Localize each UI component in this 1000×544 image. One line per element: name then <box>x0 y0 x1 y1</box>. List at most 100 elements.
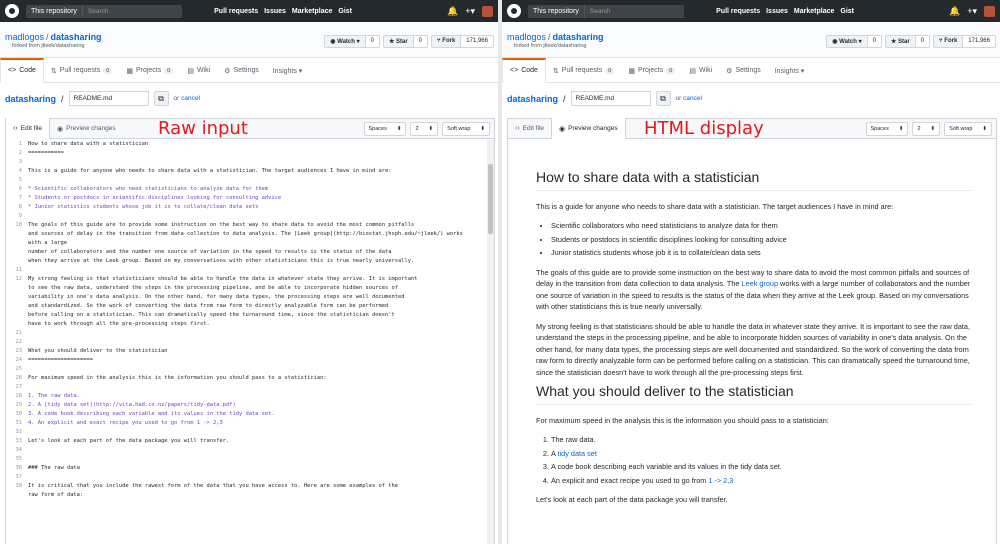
github-logo-icon[interactable] <box>5 4 19 18</box>
watch-button[interactable]: ◉ Watch ▾ 0 <box>324 35 380 48</box>
tab-preview-changes[interactable]: ◉ Preview changes <box>50 119 123 139</box>
repo-name-link[interactable]: datasharing <box>553 32 604 42</box>
tab-pull-requests[interactable]: ⇅ Pull requests 0 <box>546 58 621 83</box>
clipboard-icon[interactable]: ⧉ <box>153 91 169 106</box>
nav-issues[interactable]: Issues <box>766 8 788 15</box>
fork-button[interactable]: ⑂ Fork 171,966 <box>431 35 494 48</box>
repo-name-link[interactable]: datasharing <box>51 32 102 42</box>
markdown-preview: How to share data with a statistician Thi… <box>508 140 996 544</box>
header-nav: Pull requests Issues Marketplace Gist <box>214 8 352 15</box>
line-text: with a large <box>28 240 67 246</box>
nav-issues[interactable]: Issues <box>264 8 286 15</box>
tidy-data-link[interactable]: tidy data set <box>558 449 597 458</box>
plus-icon[interactable]: +▾ <box>967 6 977 17</box>
line-number <box>6 248 28 257</box>
line-number: 6 <box>18 186 22 192</box>
nav-pull-requests[interactable]: Pull requests <box>214 8 258 15</box>
code-icon: <> <box>510 67 519 74</box>
repo-owner-link[interactable]: madlogos <box>5 32 44 42</box>
nav-marketplace[interactable]: Marketplace <box>292 8 332 15</box>
tab-wiki[interactable]: ▤ Wiki <box>682 58 719 83</box>
clipboard-icon[interactable]: ⧉ <box>655 91 671 106</box>
nav-gist[interactable]: Gist <box>840 8 854 15</box>
tab-pull-requests[interactable]: ⇅ Pull requests 0 <box>44 58 119 83</box>
star-count[interactable]: 0 <box>412 36 428 47</box>
avatar[interactable] <box>482 5 493 17</box>
bell-icon[interactable]: 🔔 <box>949 6 960 17</box>
github-logo-icon[interactable] <box>507 4 521 18</box>
or-text: or <box>173 95 180 102</box>
tab-projects[interactable]: ▦ Projects 0 <box>621 58 682 83</box>
repo-owner-link[interactable]: madlogos <box>507 32 546 42</box>
line-number: 33 <box>15 438 23 444</box>
watch-button[interactable]: ◉ Watch ▾ 0 <box>826 35 882 48</box>
filename-input[interactable] <box>570 91 651 106</box>
indent-size-caret-icon: ⬍ <box>930 126 936 132</box>
tab-edit-file[interactable]: ‹› Edit file <box>508 119 551 139</box>
preview-feeling: My strong feeling is that statisticians … <box>536 321 970 377</box>
filename-input[interactable] <box>68 91 149 106</box>
breadcrumb-repo-link[interactable]: datasharing <box>5 94 56 104</box>
indent-size-select[interactable]: 2 ⬍ <box>410 122 439 136</box>
indent-mode-select[interactable]: Spaces ⬍ <box>865 122 909 136</box>
search-scope-label[interactable]: This repository <box>528 4 584 18</box>
wrap-mode-select[interactable]: Soft wrap ⬍ <box>442 122 490 136</box>
line-text: ### The raw data <box>28 465 80 471</box>
line-number <box>6 320 28 329</box>
watch-count[interactable]: 0 <box>364 36 379 47</box>
repo-header: madlogos / datasharing forked from jtleek/… <box>0 22 498 58</box>
nav-pull-requests[interactable]: Pull requests <box>716 8 760 15</box>
scrollbar-thumb[interactable] <box>488 164 493 234</box>
cancel-link[interactable]: cancel <box>181 95 200 102</box>
tab-code-label: Code <box>521 67 538 74</box>
tab-settings[interactable]: ⚙ Settings <box>719 58 768 83</box>
indent-mode-select[interactable]: Spaces ⬍ <box>363 122 407 136</box>
wrap-mode-select[interactable]: Soft wrap ⬍ <box>944 122 992 136</box>
edit-file-label: Edit file <box>20 125 42 132</box>
tab-projects[interactable]: ▦ Projects 0 <box>119 58 180 83</box>
recipe-text: An explicit and exact recipe you used to… <box>551 475 709 485</box>
line-number: 31 <box>15 420 23 426</box>
search-input[interactable]: Search <box>583 4 684 18</box>
search-scope-label[interactable]: This repository <box>26 4 82 18</box>
line-number: 5 <box>18 177 22 183</box>
breadcrumb-repo-link[interactable]: datasharing <box>507 94 558 104</box>
fork-button[interactable]: ⑂ Fork 171,966 <box>933 35 996 48</box>
tab-code[interactable]: <> Code <box>502 58 546 83</box>
star-button[interactable]: ★ Star 0 <box>884 35 931 48</box>
preview-heading: How to share data with a statistician <box>536 170 972 191</box>
forked-from[interactable]: forked from jtleek/datasharing <box>514 43 586 49</box>
fork-count[interactable]: 171,966 <box>460 36 493 47</box>
avatar[interactable] <box>984 5 995 17</box>
nav-marketplace[interactable]: Marketplace <box>794 8 834 15</box>
watch-count[interactable]: 0 <box>866 36 881 47</box>
cancel-link[interactable]: cancel <box>683 95 702 102</box>
star-button[interactable]: ★ Star 0 <box>382 35 429 48</box>
fork-count[interactable]: 171,966 <box>962 36 995 47</box>
line-text: Let's look at each part of the data pack… <box>28 438 230 444</box>
bell-icon[interactable]: 🔔 <box>447 6 458 17</box>
tab-edit-file[interactable]: ‹› Edit file <box>6 118 50 139</box>
plus-icon[interactable]: +▾ <box>465 6 475 17</box>
code-lines[interactable]: 1 How to share data with a statistician 2 =… <box>6 140 494 544</box>
tab-code[interactable]: <> Code <box>0 58 44 83</box>
line-number: 7 <box>18 195 22 201</box>
code-line: variability in one's data analysis. On t… <box>6 293 494 302</box>
leek-group-link[interactable]: Leek group <box>742 279 779 288</box>
line-number <box>6 293 28 302</box>
forked-from[interactable]: forked from jtleek/datasharing <box>12 43 84 49</box>
line-text: * Scientific collaborators who need stat… <box>28 186 269 192</box>
tab-settings[interactable]: ⚙ Settings <box>217 58 266 83</box>
tab-wiki[interactable]: ▤ Wiki <box>180 58 217 83</box>
tab-insights[interactable]: Insights ▾ <box>266 58 310 83</box>
deliverable-item: A code book describing each variable and… <box>551 461 972 473</box>
watch-label: ◉ Watch ▾ <box>827 36 867 47</box>
nav-gist[interactable]: Gist <box>338 8 352 15</box>
indent-size-select[interactable]: 2 ⬍ <box>912 122 941 136</box>
tab-preview-changes[interactable]: ◉ Preview changes <box>551 118 626 139</box>
tab-insights-label: Insights ▾ <box>774 67 805 75</box>
star-count[interactable]: 0 <box>914 36 930 47</box>
tab-insights[interactable]: Insights ▾ <box>768 58 812 83</box>
editor-scrollbar[interactable] <box>487 140 494 544</box>
search-input[interactable]: Search <box>81 4 182 18</box>
